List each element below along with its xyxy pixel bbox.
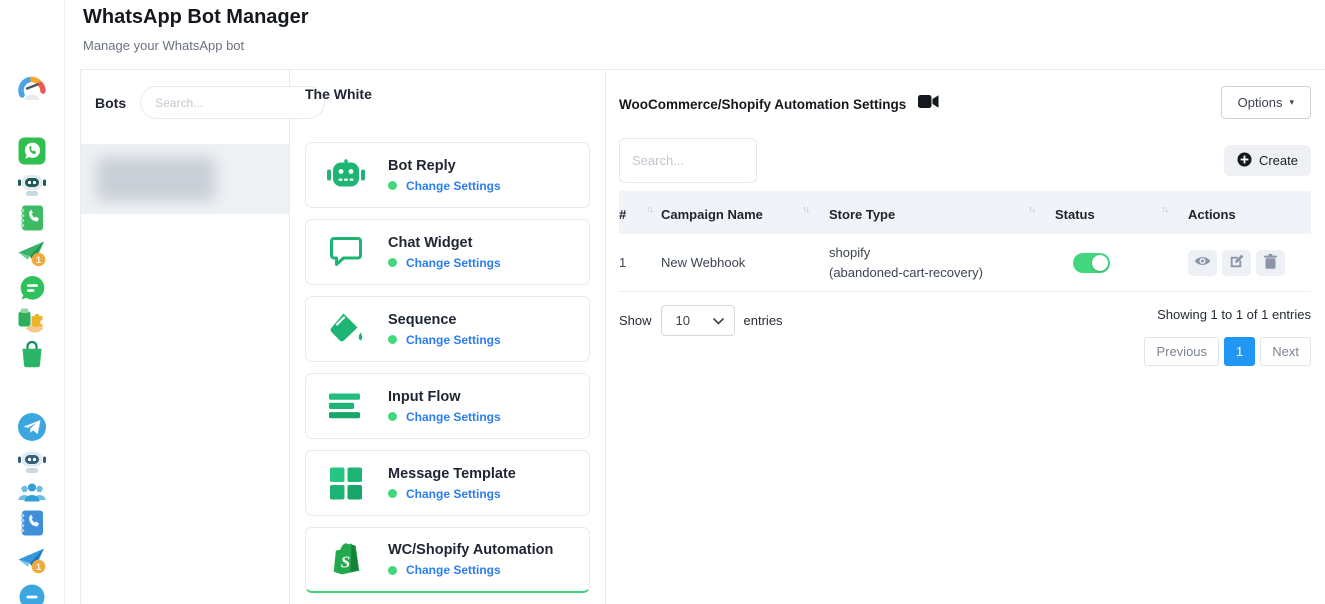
- feature-title: Message Template: [388, 466, 516, 482]
- dashboard-icon[interactable]: [17, 75, 47, 110]
- app-icon-rail: 1 1: [0, 0, 65, 604]
- column-header-actions: Actions: [1188, 204, 1311, 222]
- sort-icon[interactable]: ↑↓: [646, 204, 661, 214]
- store-type-cell: shopify (abandoned-cart-recovery): [829, 243, 1055, 282]
- feature-card-input-flow[interactable]: Input Flow Change Settings: [305, 373, 590, 439]
- feature-card-sequence[interactable]: Sequence Change Settings: [305, 296, 590, 362]
- feature-title: Chat Widget: [388, 235, 501, 251]
- delete-button[interactable]: [1256, 250, 1285, 276]
- feature-card-wc-shopify-automation[interactable]: S WC/Shopify Automation Change Settings: [305, 527, 590, 593]
- status-dot: [388, 181, 397, 190]
- telegram-broadcast-icon[interactable]: 1: [17, 546, 47, 581]
- entries-summary: Showing 1 to 1 of 1 entries: [1144, 305, 1311, 322]
- change-settings-link[interactable]: Change Settings: [406, 179, 501, 193]
- whatsapp-icon[interactable]: [18, 137, 46, 170]
- show-label: Show: [619, 313, 652, 328]
- feature-card-message-template[interactable]: Message Template Change Settings: [305, 450, 590, 516]
- sequence-icon: [326, 312, 366, 346]
- view-button[interactable]: [1188, 250, 1217, 276]
- feature-title: Sequence: [388, 312, 501, 328]
- next-page-button[interactable]: Next: [1260, 337, 1311, 366]
- chat-widget-icon: [326, 235, 366, 269]
- chevron-down-icon: ▾: [1289, 97, 1294, 108]
- row-index-cell: 1: [619, 255, 661, 270]
- bot-list-item-selected[interactable]: [81, 144, 289, 214]
- whatsapp-chat-icon[interactable]: [18, 275, 46, 308]
- whatsapp-broadcast-icon[interactable]: 1: [17, 239, 47, 274]
- previous-page-button[interactable]: Previous: [1144, 337, 1219, 366]
- plus-circle-icon: [1237, 152, 1252, 170]
- main-content: WhatsApp Bot Manager Manage your WhatsAp…: [65, 0, 1325, 604]
- entries-label: entries: [744, 313, 783, 328]
- svg-text:1: 1: [36, 562, 42, 573]
- bot-reply-icon: [326, 159, 366, 191]
- whatsapp-contacts-icon[interactable]: [18, 204, 46, 237]
- status-dot: [388, 412, 397, 421]
- bot-manager-panel: Bots The White Bot Reply Change Setti: [80, 69, 1325, 604]
- campaign-name-cell: New Webhook: [661, 255, 829, 270]
- svg-text:S: S: [341, 552, 350, 571]
- page-title: WhatsApp Bot Manager: [83, 6, 309, 29]
- message-template-icon: [326, 466, 366, 500]
- telegram-bot-icon[interactable]: [17, 447, 47, 482]
- telegram-contacts-icon[interactable]: [18, 509, 46, 542]
- automation-title: WooCommerce/Shopify Automation Settings: [619, 97, 906, 112]
- automation-column: WooCommerce/Shopify Automation Settings …: [606, 70, 1325, 604]
- input-flow-icon: [326, 390, 366, 422]
- sort-icon[interactable]: ↑↓: [1028, 204, 1055, 214]
- options-button[interactable]: Options ▾: [1221, 86, 1311, 119]
- video-tutorial-icon[interactable]: [918, 94, 939, 114]
- page-size-select[interactable]: 10: [661, 305, 735, 336]
- status-dot: [388, 489, 397, 498]
- sort-icon[interactable]: ↑↓: [802, 204, 829, 214]
- chevron-down-icon: [713, 313, 724, 328]
- feature-title: WC/Shopify Automation: [388, 542, 553, 558]
- edit-pencil-icon: [1230, 254, 1244, 271]
- bots-column: Bots: [81, 70, 290, 604]
- change-settings-link[interactable]: Change Settings: [406, 410, 501, 424]
- status-toggle-on[interactable]: [1073, 253, 1110, 273]
- whatsapp-bot-icon[interactable]: [17, 170, 47, 205]
- change-settings-link[interactable]: Change Settings: [406, 256, 501, 270]
- pagination: Previous 1 Next: [1144, 337, 1311, 366]
- eye-icon: [1194, 255, 1211, 270]
- change-settings-link[interactable]: Change Settings: [406, 563, 501, 577]
- feature-title: Bot Reply: [388, 158, 501, 174]
- status-dot: [388, 335, 397, 344]
- telegram-groups-icon[interactable]: [17, 480, 47, 511]
- bots-label: Bots: [95, 95, 126, 111]
- change-settings-link[interactable]: Change Settings: [406, 333, 501, 347]
- sort-icon[interactable]: ↑↓: [1161, 204, 1188, 214]
- table-header-row: # ↑↓ Campaign Name ↑↓ Store Type ↑↓ Stat…: [619, 191, 1311, 234]
- page-subtitle: Manage your WhatsApp bot: [83, 38, 244, 53]
- svg-text:1: 1: [36, 255, 42, 266]
- actions-cell: [1188, 250, 1311, 276]
- shopify-icon: S: [326, 541, 366, 579]
- telegram-icon[interactable]: [17, 412, 47, 447]
- column-header-index[interactable]: # ↑↓: [619, 204, 661, 222]
- table-row: 1 New Webhook shopify (abandoned-cart-re…: [619, 234, 1311, 292]
- trash-icon: [1264, 254, 1277, 272]
- column-header-status[interactable]: Status ↑↓: [1055, 204, 1188, 222]
- status-cell: [1055, 253, 1188, 273]
- status-dot: [388, 566, 397, 575]
- campaign-search-input[interactable]: [619, 138, 757, 183]
- feature-card-bot-reply[interactable]: Bot Reply Change Settings: [305, 142, 590, 208]
- edit-button[interactable]: [1222, 250, 1251, 276]
- bot-name-redacted: [97, 157, 215, 201]
- create-button[interactable]: Create: [1224, 145, 1311, 176]
- features-column: The White Bot Reply Change Settings: [290, 70, 606, 604]
- feature-card-chat-widget[interactable]: Chat Widget Change Settings: [305, 219, 590, 285]
- integrations-icon[interactable]: [17, 306, 47, 341]
- shop-icon[interactable]: [18, 340, 46, 373]
- change-settings-link[interactable]: Change Settings: [406, 487, 501, 501]
- status-dot: [388, 258, 397, 267]
- selected-bot-name: The White: [305, 86, 590, 102]
- chat-icon[interactable]: [18, 583, 46, 604]
- column-header-campaign-name[interactable]: Campaign Name ↑↓: [661, 204, 829, 222]
- feature-title: Input Flow: [388, 389, 501, 405]
- current-page-button[interactable]: 1: [1224, 337, 1255, 366]
- column-header-store-type[interactable]: Store Type ↑↓: [829, 204, 1055, 222]
